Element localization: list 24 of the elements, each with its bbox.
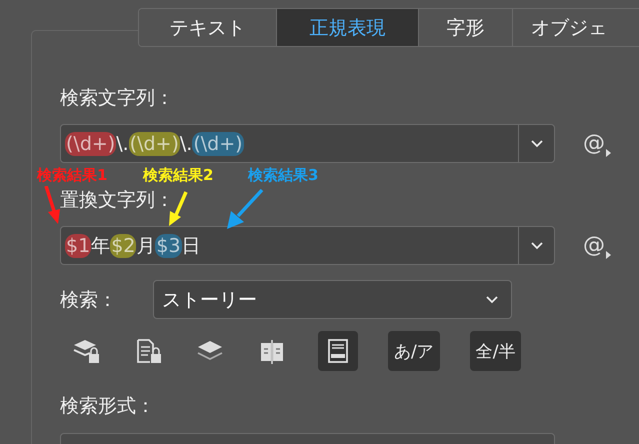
input-field[interactable]: $1年$2 月$3 日 (60, 226, 555, 265)
field-label: 置換文字列： (60, 188, 174, 212)
field-label: 検索形式： (60, 394, 155, 418)
annotation-label: 検索結果2 (143, 166, 214, 185)
toggle-button[interactable]: 全/半 (470, 331, 522, 371)
chevron-down-icon (485, 295, 499, 304)
tab[interactable]: 正規表現 (277, 9, 419, 46)
arrow (226, 188, 264, 230)
triangle-icon[interactable] (606, 250, 611, 258)
tab[interactable]: テキスト (139, 9, 277, 46)
chevron-down-icon[interactable] (530, 241, 544, 250)
toggle-button[interactable]: あ/ア (388, 331, 440, 371)
insert-button[interactable]: @ (583, 130, 611, 156)
dropdown[interactable]: ストーリー (153, 280, 512, 319)
field-label: 検索： (60, 288, 118, 312)
chevron-down-icon[interactable] (530, 139, 544, 148)
triangle-icon[interactable] (606, 148, 611, 156)
panel-icon[interactable] (318, 331, 358, 371)
input-field[interactable]: (\d+)\.(\d+)\.(\d+) (60, 124, 555, 163)
field-label: 検索文字列： (60, 86, 174, 110)
annotation-label: 検索結果1 (37, 166, 108, 185)
insert-button[interactable]: @ (583, 232, 611, 258)
annotation-label: 検索結果3 (248, 166, 318, 185)
arrow (166, 191, 188, 227)
